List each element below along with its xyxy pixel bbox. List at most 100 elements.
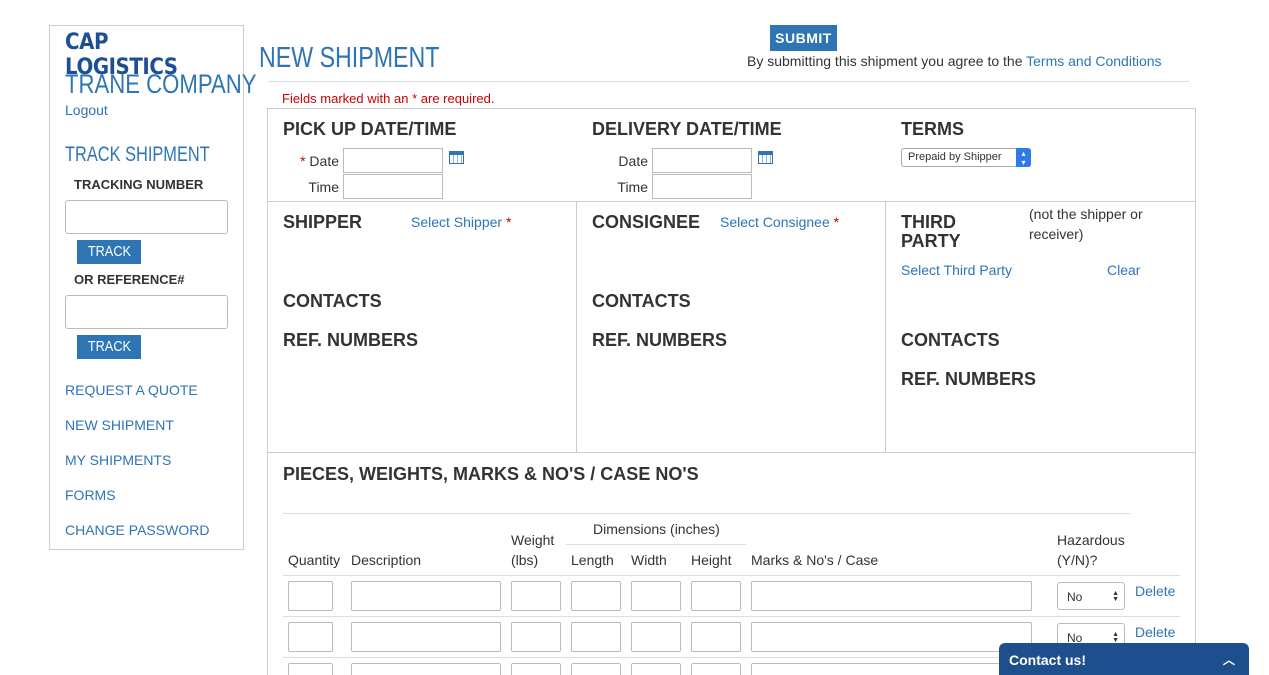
submit-button[interactable]: SUBMIT [770, 25, 837, 51]
clear-third-party-link[interactable]: Clear [1107, 262, 1140, 278]
contact-us-widget[interactable]: Contact us! ︿ [999, 643, 1249, 675]
length-input[interactable] [571, 622, 621, 652]
width-input[interactable] [631, 663, 681, 675]
pickup-date-label-text: Date [309, 153, 339, 169]
select-arrows-icon: ▴ ▾ [1016, 148, 1031, 167]
pieces-divider [283, 513, 1130, 514]
consignee-contacts-title: CONTACTS [592, 291, 691, 311]
forms-link[interactable]: FORMS [65, 487, 116, 503]
select-shipper-label: Select Shipper [411, 214, 503, 230]
height-input[interactable] [691, 663, 741, 675]
description-header: Description [351, 552, 422, 568]
width-input[interactable] [631, 581, 681, 611]
select-shipper-required-star: * [505, 214, 512, 230]
width-header: Width [631, 552, 667, 568]
hazardous-header: Hazardous [1057, 532, 1125, 548]
third-party-title-line1: THIRD [901, 212, 956, 232]
third-party-title-line2: PARTY [901, 231, 961, 251]
width-input[interactable] [631, 622, 681, 652]
table-header-line [283, 575, 1180, 576]
consignee-title: CONSIGNEE [592, 212, 701, 232]
consignee-ref-numbers-title: REF. NUMBERS [592, 330, 728, 350]
shipper-title: SHIPPER [283, 212, 363, 232]
quantity-input[interactable] [288, 622, 333, 652]
weight-input[interactable] [511, 622, 561, 652]
track-reference-button[interactable]: TRACK [77, 335, 141, 359]
pickup-date-label: * Date [279, 153, 339, 169]
marks-input[interactable] [751, 622, 1032, 652]
shipper-section [267, 201, 577, 453]
dimensions-header: Dimensions (inches) [593, 521, 720, 537]
marks-header: Marks & No's / Case [751, 552, 879, 568]
logout-link[interactable]: Logout [65, 102, 108, 118]
marks-input[interactable] [751, 663, 1032, 675]
delivery-date-input[interactable] [652, 148, 752, 173]
marks-input[interactable] [751, 581, 1032, 611]
pickup-calendar-icon[interactable] [449, 151, 464, 164]
length-input[interactable] [571, 581, 621, 611]
hazardous-select-value: No [1067, 590, 1083, 604]
pickup-time-input[interactable] [343, 174, 443, 199]
agree-text: By submitting this shipment you agree to… [747, 53, 1162, 69]
header-divider [268, 81, 1189, 82]
required-note: Fields marked with an * are required. [282, 91, 494, 106]
height-header: Height [691, 552, 732, 568]
change-password-link[interactable]: CHANGE PASSWORD [65, 522, 209, 538]
quantity-input[interactable] [288, 663, 333, 675]
weight-header: Weight [511, 532, 555, 548]
select-third-party-link[interactable]: Select Third Party [901, 262, 1012, 278]
required-note-b: are required. [420, 91, 495, 106]
sidebar: CAP LOGISTICS TRANE COMPANY Logout TRACK… [49, 25, 256, 550]
reference-input[interactable] [65, 295, 228, 329]
track-button-label: TRACK [87, 243, 131, 260]
pickup-title: PICK UP DATE/TIME [283, 119, 457, 139]
description-input[interactable] [351, 581, 501, 611]
track-button[interactable]: TRACK [77, 240, 141, 264]
page-title: NEW SHIPMENT [259, 42, 440, 74]
quantity-input[interactable] [288, 581, 333, 611]
pickup-date-input[interactable] [343, 148, 443, 173]
tracking-number-input[interactable] [65, 200, 228, 234]
weight-input[interactable] [511, 581, 561, 611]
third-party-contacts-title: CONTACTS [901, 330, 1000, 350]
tracking-number-label: TRACKING NUMBER [74, 177, 204, 192]
pieces-title: PIECES, WEIGHTS, MARKS & NO'S / CASE NO'… [283, 464, 699, 484]
company-name: TRANE COMPANY [65, 69, 257, 99]
consignee-section [576, 201, 886, 453]
weight-input[interactable] [511, 663, 561, 675]
new-shipment-link[interactable]: NEW SHIPMENT [65, 417, 174, 433]
select-shipper-link[interactable]: Select Shipper * [411, 214, 511, 230]
required-note-a: Fields marked with an [282, 91, 409, 106]
shipper-contacts-title: CONTACTS [283, 291, 382, 311]
third-party-ref-numbers-title: REF. NUMBERS [901, 369, 1037, 389]
delivery-time-input[interactable] [652, 174, 752, 199]
request-quote-link[interactable]: REQUEST A QUOTE [65, 382, 198, 398]
delivery-calendar-icon[interactable] [758, 151, 773, 164]
delete-row-link[interactable]: Delete [1135, 583, 1175, 599]
dimensions-underline [566, 544, 746, 545]
height-input[interactable] [691, 581, 741, 611]
description-input[interactable] [351, 622, 501, 652]
delivery-date-label: Date [618, 153, 648, 169]
required-star: * [412, 91, 418, 106]
my-shipments-link[interactable]: MY SHIPMENTS [65, 452, 171, 468]
height-input[interactable] [691, 622, 741, 652]
select-consignee-link[interactable]: Select Consignee * [720, 214, 839, 230]
chevron-up-icon[interactable]: ︿ [1223, 651, 1235, 668]
third-party-note: (not the shipper or receiver) [1029, 206, 1143, 242]
shipper-ref-numbers-title: REF. NUMBERS [283, 330, 419, 350]
terms-link[interactable]: Terms and Conditions [1026, 53, 1161, 69]
weight-unit-header: (lbs) [511, 552, 539, 568]
agree-text-label: By submitting this shipment you agree to… [747, 53, 1023, 69]
delete-row-link[interactable]: Delete [1135, 624, 1175, 640]
length-input[interactable] [571, 663, 621, 675]
pickup-time-label: Time [308, 179, 339, 195]
reference-label: OR REFERENCE# [74, 272, 185, 287]
track-reference-button-label: TRACK [87, 338, 131, 355]
hazardous-select[interactable]: No ▲ ▼ [1057, 582, 1125, 610]
quantity-header: Quantity [288, 552, 341, 568]
terms-title: TERMS [901, 119, 964, 139]
terms-select[interactable]: Prepaid by Shipper ▴ ▾ [901, 148, 1031, 167]
select-consignee-required-star: * [833, 214, 840, 230]
description-input[interactable] [351, 663, 501, 675]
